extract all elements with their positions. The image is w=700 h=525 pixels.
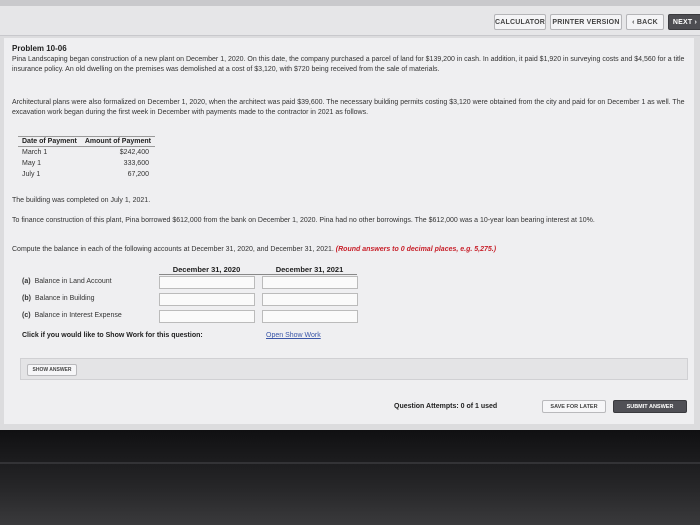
payment-amount: 333,600 [123, 160, 149, 167]
interest-2020-input[interactable] [159, 310, 255, 323]
column-header-2021: December 31, 2021 [275, 265, 344, 274]
rounding-note: (Round answers to 0 decimal places, e.g.… [335, 246, 497, 253]
header-date-of-payment: Date of Payment [18, 136, 81, 147]
payments-table: Date of Payment Amount of Payment March … [18, 136, 155, 180]
land-2021-input[interactable] [262, 276, 358, 289]
payment-date: March 1 [22, 149, 48, 156]
screen: CALCULATOR PRINTER VERSION ‹ BACK NEXT ›… [0, 0, 700, 430]
row-tag: (c) [22, 312, 31, 319]
monitor-bezel [0, 430, 700, 525]
save-for-later-button[interactable]: SAVE FOR LATER [542, 400, 606, 413]
problem-paragraph-4: To finance construction of this plant, P… [12, 217, 595, 224]
row-text: Balance in Building [34, 295, 95, 302]
building-2020-input[interactable] [159, 293, 255, 306]
row-label-interest: (c) Balance in Interest Expense [22, 312, 122, 319]
table-row: May 1 333,600 [18, 158, 155, 169]
row-tag: (b) [22, 295, 31, 302]
show-work-prompt: Click if you would like to Show Work for… [22, 332, 203, 339]
bezel-edge [0, 462, 700, 464]
header-amount-of-payment: Amount of Payment [80, 136, 155, 147]
row-label-building: (b) Balance in Building [22, 295, 95, 302]
table-row: July 1 67,200 [18, 169, 155, 180]
payment-amount: $242,400 [119, 149, 149, 156]
problem-title: Problem 10-06 [12, 44, 67, 53]
calculator-button[interactable]: CALCULATOR [494, 14, 546, 30]
table-row: March 1 $242,400 [18, 147, 155, 159]
row-tag: (a) [22, 278, 31, 285]
next-button[interactable]: NEXT › [668, 14, 700, 30]
column-header-2020: December 31, 2020 [172, 265, 241, 274]
interest-2021-input[interactable] [262, 310, 358, 323]
submit-answer-button[interactable]: SUBMIT ANSWER [613, 400, 687, 413]
show-answer-button[interactable]: SHOW ANSWER [27, 364, 77, 376]
payment-date: May 1 [22, 160, 42, 167]
building-2021-input[interactable] [262, 293, 358, 306]
toolbar: CALCULATOR PRINTER VERSION ‹ BACK NEXT › [0, 6, 700, 36]
answer-area: SHOW ANSWER [20, 358, 688, 380]
question-attempts: Question Attempts: 0 of 1 used [394, 403, 498, 410]
problem-paragraph-3: The building was completed on July 1, 20… [12, 197, 151, 204]
printer-version-button[interactable]: PRINTER VERSION [550, 14, 622, 30]
row-text: Balance in Interest Expense [34, 312, 122, 319]
open-show-work-link[interactable]: Open Show Work [266, 332, 321, 339]
row-label-land: (a) Balance in Land Account [22, 278, 112, 285]
problem-paragraph-1: Pina Landscaping began construction of a… [12, 56, 685, 73]
land-2020-input[interactable] [159, 276, 255, 289]
question-panel: Problem 10-06 Pina Landscaping began con… [4, 38, 694, 424]
payment-amount: 67,200 [127, 171, 149, 178]
payment-date: July 1 [22, 171, 41, 178]
problem-paragraph-2: Architectural plans were also formalized… [12, 99, 685, 116]
instruction-text: Compute the balance in each of the follo… [12, 246, 334, 253]
header-divider [159, 274, 357, 275]
back-button[interactable]: ‹ BACK [626, 14, 664, 30]
instruction: Compute the balance in each of the follo… [12, 245, 692, 255]
row-text: Balance in Land Account [34, 278, 112, 285]
